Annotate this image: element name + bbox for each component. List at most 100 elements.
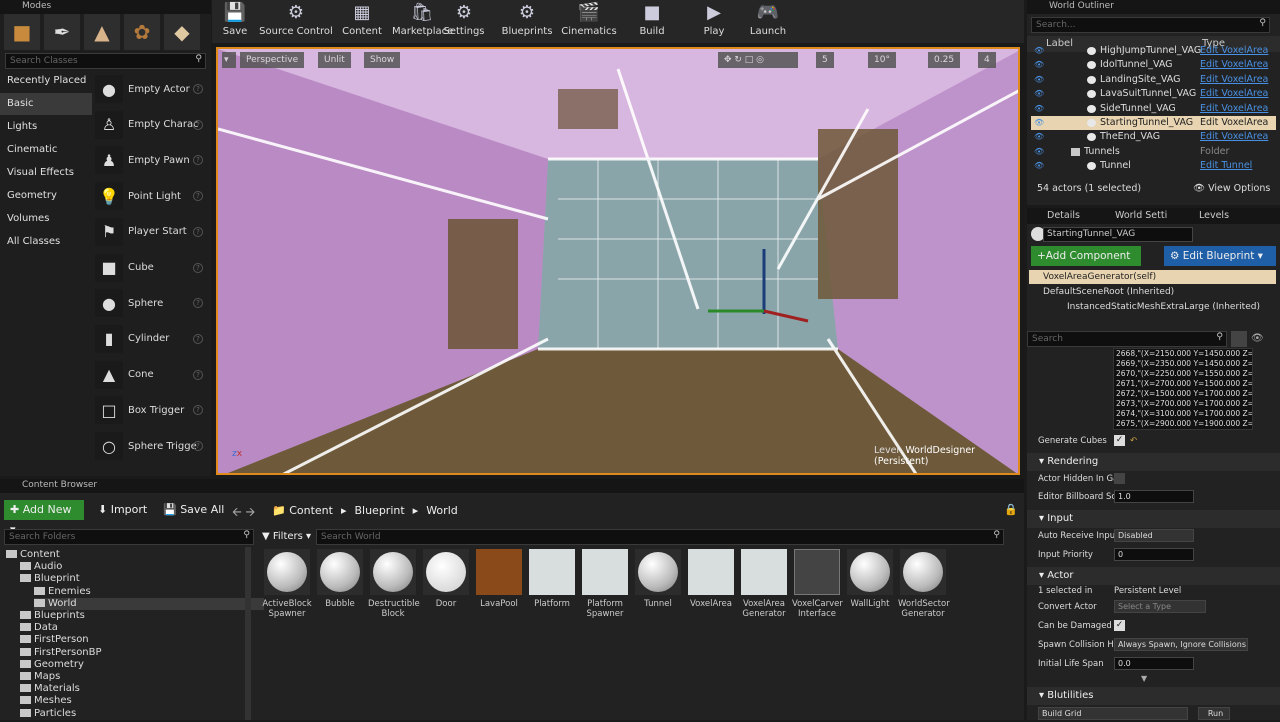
outliner-search-input[interactable]: Search... ⚲ [1031, 17, 1270, 33]
help-icon[interactable]: ? [193, 191, 203, 202]
save-all-button[interactable]: 💾 Save All [157, 500, 230, 520]
edit-blueprint-button[interactable]: ⚙ Edit Blueprint ▾ [1164, 246, 1276, 266]
category-geometry[interactable]: Geometry [0, 185, 92, 207]
eye-icon[interactable]: 👁 [1034, 102, 1044, 116]
grid-snap-button[interactable]: 5 [816, 52, 834, 68]
folder-tree-item[interactable]: World [34, 597, 264, 610]
asset-tile[interactable]: Bubble [315, 549, 365, 609]
eye-icon[interactable]: 👁 [1034, 87, 1044, 101]
outliner-row[interactable]: 👁 LavaSuitTunnel_VAG Edit VoxelArea [1031, 87, 1276, 101]
place-item-point-light[interactable]: 💡 Point Light? [95, 179, 207, 213]
search-folders-input[interactable]: Search Folders ⚲ [4, 529, 254, 545]
initial-life-input[interactable]: 0.0 [1114, 657, 1194, 670]
help-icon[interactable]: ? [193, 405, 203, 416]
details-tab[interactable]: Details [1047, 210, 1080, 221]
component-row[interactable]: VoxelAreaGenerator(self) [1029, 270, 1276, 284]
eye-icon[interactable]: 👁 [1034, 145, 1044, 159]
folder-tree-item[interactable]: Particles [20, 708, 76, 720]
breadcrumb-item[interactable]: World [426, 504, 458, 517]
help-icon[interactable]: ? [193, 298, 203, 309]
help-icon[interactable]: ? [193, 333, 203, 344]
outliner-row[interactable]: 👁 Tunnel Edit Tunnel [1031, 159, 1276, 173]
run-button[interactable]: Run [1198, 707, 1230, 720]
eye-icon[interactable]: 👁 [1034, 44, 1044, 58]
help-icon[interactable]: ? [193, 441, 203, 451]
outliner-row[interactable]: 👁 IdolTunnel_VAG Edit VoxelArea [1031, 58, 1276, 72]
back-forward-icons[interactable]: 🡨 🡪 [232, 503, 255, 524]
place-item-cone[interactable]: ▲ Cone? [95, 358, 207, 392]
lock-icon[interactable]: 🔒 [1004, 503, 1018, 516]
actor-type-link[interactable]: Edit VoxelArea [1200, 73, 1268, 87]
asset-tile[interactable]: Tunnel [633, 549, 683, 609]
outliner-row[interactable]: 👁 StartingTunnel_VAG Edit VoxelArea [1031, 116, 1276, 130]
world-settings-tab[interactable]: World Setti [1115, 210, 1167, 221]
asset-tile[interactable]: Platform [527, 549, 577, 609]
folder-tree-item[interactable]: Meshes [20, 695, 72, 707]
help-icon[interactable]: ? [193, 84, 203, 94]
generate-cubes-checkbox[interactable]: ✓ [1114, 435, 1125, 446]
play-toolbar-button[interactable]: ▶ Play [692, 0, 736, 43]
folder-tree-item[interactable]: Geometry [20, 659, 84, 671]
folder-tree-item[interactable]: Blueprint [20, 573, 80, 585]
foliage-mode-icon[interactable]: ✿ [124, 14, 160, 50]
category-lights[interactable]: Lights [0, 116, 92, 138]
folder-tree-item[interactable]: FirstPerson [20, 634, 89, 646]
asset-tile[interactable]: Platform Spawner [580, 549, 630, 619]
asset-tile[interactable]: WallLight [845, 549, 895, 609]
add-component-button[interactable]: +Add Component ▾ [1031, 246, 1141, 282]
convert-actor-select[interactable]: Select a Type [1114, 600, 1206, 613]
help-icon[interactable]: ? [193, 369, 203, 380]
asset-tile[interactable]: Destructible Block [368, 549, 420, 619]
folder-tree-item[interactable]: Maps [20, 671, 60, 683]
component-row[interactable]: InstancedStaticMeshExtraLarge (Inherited… [1053, 300, 1273, 314]
help-icon[interactable]: ? [193, 262, 203, 273]
input-section[interactable]: ▾ Input [1027, 510, 1280, 528]
rotation-snap-button[interactable]: 10° [868, 52, 896, 68]
search-classes-input[interactable]: Search Classes ⚲ [5, 53, 206, 69]
build-toolbar-button[interactable]: ■ Build [630, 0, 674, 43]
outliner-row[interactable]: 👁 HighJumpTunnel_VAG Edit VoxelArea [1031, 44, 1276, 58]
asset-tile[interactable]: ActiveBlock Spawner [262, 549, 312, 619]
viewport-menu-button[interactable]: ▾ [222, 52, 236, 68]
save-toolbar-button[interactable]: 💾 Save [220, 0, 250, 43]
camera-speed-button[interactable]: 4 [978, 52, 996, 68]
show-button[interactable]: Show [364, 52, 401, 68]
build-grid-select[interactable]: Build Grid [1038, 707, 1188, 720]
levels-tab[interactable]: Levels [1199, 210, 1229, 221]
category-all-classes[interactable]: All Classes [0, 231, 92, 253]
asset-tile[interactable]: Door [421, 549, 471, 609]
place-item-sphere[interactable]: ● Sphere? [95, 286, 207, 320]
filters-button[interactable]: ▼ Filters ▾ [262, 529, 312, 545]
place-item-player-start[interactable]: ⚑ Player Start? [95, 215, 207, 249]
eye-icon[interactable]: 👁 [1034, 159, 1044, 173]
details-search-input[interactable]: Search ⚲ [1027, 331, 1227, 347]
actor-type-link[interactable]: Edit Tunnel [1200, 159, 1252, 173]
view-options-button[interactable]: 👁 View Options [1193, 183, 1270, 194]
expand-advanced-icon[interactable]: ▼ [1141, 674, 1147, 683]
asset-tile[interactable]: VoxelCarver Interface [792, 549, 843, 619]
place-item-cylinder[interactable]: ▮ Cylinder? [95, 322, 207, 356]
actor-type-link[interactable]: Edit VoxelArea [1200, 116, 1268, 130]
eye-icon[interactable]: 👁 [1034, 58, 1044, 72]
perspective-button[interactable]: Perspective [240, 52, 305, 68]
content-browser-tab[interactable]: Content Browser [0, 479, 1024, 493]
help-icon[interactable]: ? [193, 155, 203, 166]
folder-tree-item[interactable]: FirstPersonBP [20, 647, 102, 659]
category-recently-placed[interactable]: Recently Placed [0, 70, 92, 92]
blueprints-toolbar-button[interactable]: ⚙ Blueprints [500, 0, 554, 43]
launch-toolbar-button[interactable]: 🎮 Launch [744, 0, 792, 43]
search-assets-input[interactable]: Search World ⚲ [316, 529, 1004, 545]
place-item-empty-pawn[interactable]: ♟ Empty Pawn? [95, 143, 207, 177]
asset-tile[interactable]: VoxelArea [686, 549, 736, 609]
source-control-toolbar-button[interactable]: ⚙ Source Control [256, 0, 336, 43]
spawn-collision-select[interactable]: Always Spawn, Ignore Collisions [1114, 638, 1248, 651]
paint-mode-icon[interactable]: ✒ [44, 14, 80, 50]
actor-hidden-checkbox[interactable] [1114, 473, 1125, 484]
reset-icon[interactable]: ↶ [1130, 433, 1137, 449]
breadcrumb-item[interactable]: Blueprint [354, 504, 404, 517]
folder-tree-item[interactable]: Enemies [34, 586, 91, 598]
breadcrumb-item[interactable]: Content [289, 504, 333, 517]
place-item-cube[interactable]: ■ Cube? [95, 251, 207, 285]
eye-icon[interactable]: 👁 [1034, 116, 1044, 130]
actor-type-link[interactable]: Edit VoxelArea [1200, 130, 1268, 144]
